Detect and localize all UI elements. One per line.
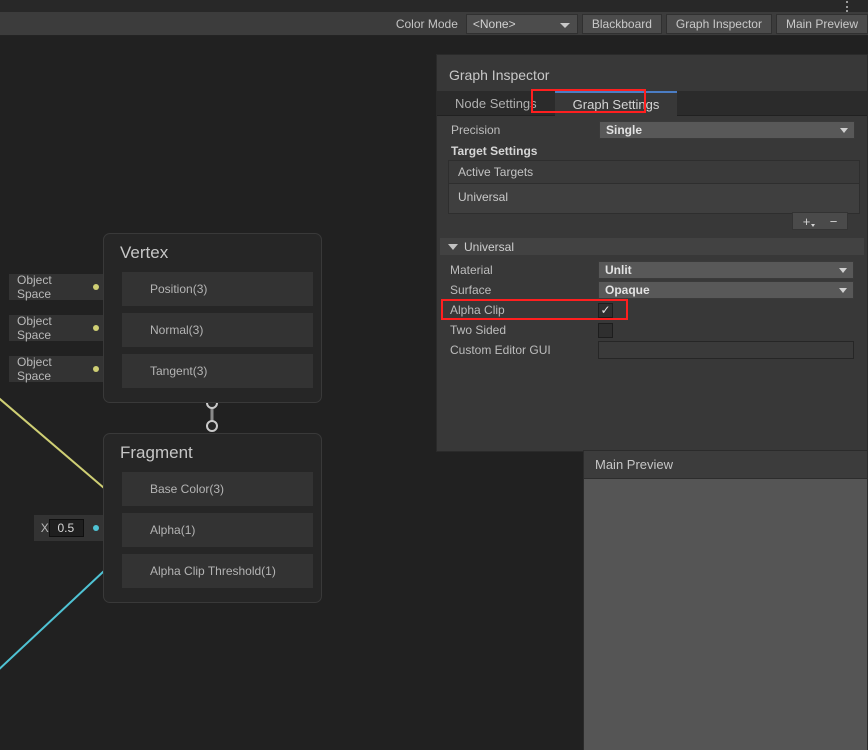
color-mode-dropdown[interactable]: <None> <box>465 13 578 34</box>
surface-dropdown[interactable]: Opaque <box>598 281 854 299</box>
port-dot-icon <box>93 525 99 531</box>
chevron-down-icon <box>839 268 847 273</box>
alpha-clip-label: Alpha Clip <box>450 303 505 317</box>
alpha-axis-label: X <box>40 521 49 535</box>
main-preview-viewport[interactable] <box>584 479 867 750</box>
object-space-chip-position[interactable]: Object Space <box>9 273 106 301</box>
port-row-alpha-clip-threshold[interactable]: Alpha Clip Threshold(1) <box>104 554 321 588</box>
main-preview-title: Main Preview <box>584 451 867 479</box>
main-preview-button[interactable]: Main Preview <box>775 13 868 34</box>
overflow-menu-icon[interactable] <box>842 1 852 12</box>
port-label-alpha: Alpha(1) <box>122 513 313 547</box>
material-row: Material Unlit <box>450 260 860 280</box>
active-targets-header: Active Targets <box>449 161 859 184</box>
alpha-value-chip[interactable]: X 0.5 <box>34 515 106 541</box>
alpha-clip-checkbox[interactable]: ✓ <box>598 302 613 318</box>
main-preview-panel: Main Preview <box>583 450 868 750</box>
port-label-alpha-clip-threshold: Alpha Clip Threshold(1) <box>122 554 313 588</box>
port-dot-icon <box>93 325 99 331</box>
chevron-down-icon <box>811 224 815 227</box>
object-space-chip-normal[interactable]: Object Space <box>9 314 106 342</box>
surface-label: Surface <box>450 283 492 297</box>
graph-toolbar: Color Mode <None> Blackboard Graph Inspe… <box>0 12 868 36</box>
alpha-value-input[interactable]: 0.5 <box>49 519 84 537</box>
object-space-chip-tangent[interactable]: Object Space <box>9 355 106 383</box>
port-row-position[interactable]: Position(3) <box>104 272 321 306</box>
fragment-node-title: Fragment <box>120 443 193 462</box>
custom-editor-gui-label: Custom Editor GUI <box>450 343 551 357</box>
surface-row: Surface Opaque <box>450 280 860 300</box>
material-label: Material <box>450 263 493 277</box>
universal-foldout-header[interactable]: Universal <box>440 238 864 255</box>
vertex-node-title: Vertex <box>120 243 169 262</box>
precision-label: Precision <box>451 122 501 137</box>
surface-value: Opaque <box>605 283 650 297</box>
port-row-alpha[interactable]: Alpha(1) <box>104 513 321 547</box>
two-sided-label: Two Sided <box>450 323 507 337</box>
remove-target-button[interactable]: − <box>820 213 847 229</box>
material-value: Unlit <box>605 263 632 277</box>
port-label-tangent: Tangent(3) <box>122 354 313 388</box>
port-row-normal[interactable]: Normal(3) <box>104 313 321 347</box>
target-settings-heading: Target Settings <box>451 144 538 158</box>
port-row-tangent[interactable]: Tangent(3) <box>104 354 321 388</box>
port-dot-icon <box>93 284 99 290</box>
blackboard-button[interactable]: Blackboard <box>581 13 662 34</box>
triangle-down-icon <box>448 243 458 250</box>
color-mode-value: <None> <box>472 16 516 31</box>
port-label-normal: Normal(3) <box>122 313 313 347</box>
active-targets-list[interactable]: Active Targets Universal <box>448 160 860 214</box>
fragment-master-node[interactable]: Fragment Base Color(3) Alpha(1) Alpha Cl… <box>103 433 322 603</box>
window-menu-strip <box>0 0 868 12</box>
chevron-down-icon <box>840 127 848 133</box>
chevron-down-icon <box>839 288 847 293</box>
object-space-label: Object Space <box>17 273 52 301</box>
material-dropdown[interactable]: Unlit <box>598 261 854 279</box>
plus-icon: + <box>802 213 811 229</box>
two-sided-checkbox[interactable] <box>598 322 613 338</box>
universal-foldout-label: Universal <box>464 239 515 254</box>
port-label-base-color: Base Color(3) <box>122 472 313 506</box>
preview-shape-clipped-sphere <box>611 651 841 750</box>
port-dot-icon <box>93 366 99 372</box>
two-sided-row: Two Sided <box>450 320 860 340</box>
port-row-base-color[interactable]: Base Color(3) <box>104 472 321 506</box>
inspector-tabs: Node Settings Graph Settings <box>437 91 867 116</box>
active-target-item-universal[interactable]: Universal <box>449 184 859 204</box>
target-add-remove-group: + − <box>792 212 848 230</box>
inspector-title: Graph Inspector <box>449 67 550 83</box>
port-label-position: Position(3) <box>122 272 313 306</box>
object-space-label: Object Space <box>17 355 52 383</box>
object-space-label: Object Space <box>17 314 52 342</box>
precision-value: Single <box>606 122 643 137</box>
alpha-clip-row: Alpha Clip ✓ <box>450 300 860 320</box>
add-target-button[interactable]: + <box>793 213 820 229</box>
tab-graph-settings[interactable]: Graph Settings <box>554 91 678 116</box>
custom-editor-gui-input[interactable] <box>598 341 854 359</box>
precision-dropdown[interactable]: Single <box>599 120 855 139</box>
custom-editor-gui-row: Custom Editor GUI <box>450 340 860 360</box>
chevron-down-icon <box>559 22 570 28</box>
color-mode-label: Color Mode <box>395 16 458 31</box>
shader-graph-window: Color Mode <None> Blackboard Graph Inspe… <box>0 0 868 750</box>
vertex-master-node[interactable]: Vertex Position(3) Normal(3) Tangent(3) <box>103 233 322 403</box>
graph-inspector-button[interactable]: Graph Inspector <box>665 13 772 34</box>
tab-node-settings[interactable]: Node Settings <box>437 91 555 116</box>
universal-settings-group: Material Unlit Surface Opaque Alpha Clip… <box>450 260 860 360</box>
precision-row: Precision Single <box>437 119 867 140</box>
